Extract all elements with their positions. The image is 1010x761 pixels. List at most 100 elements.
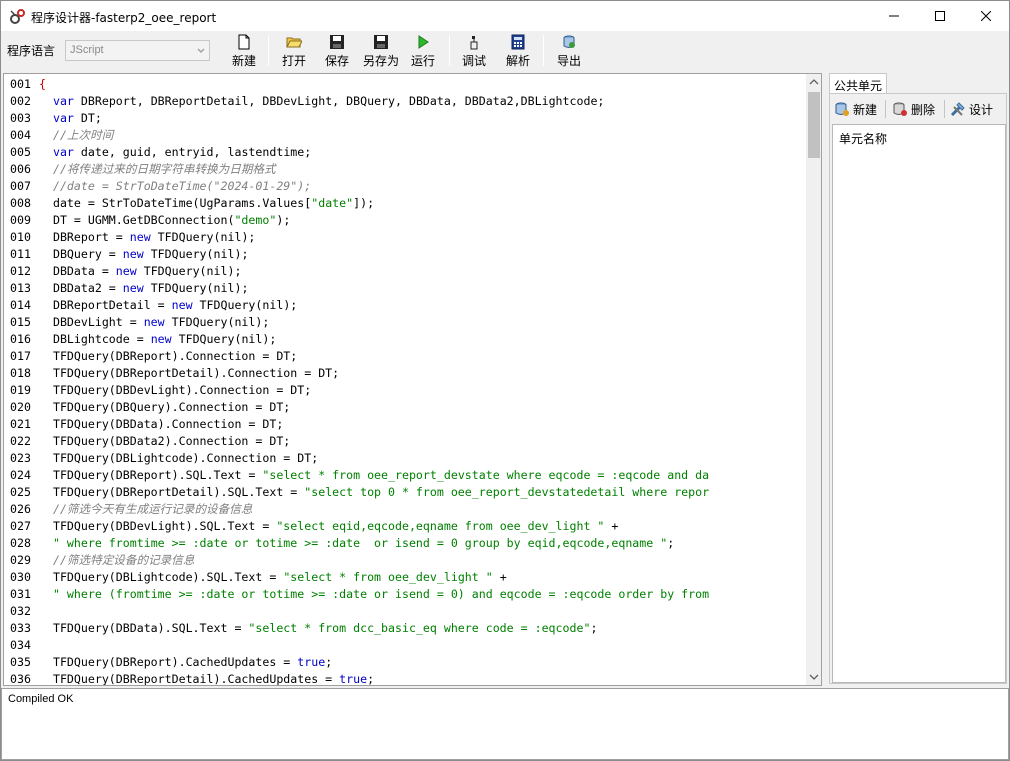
line-source: TFDQuery(DBReport).Connection = DT; [39,349,297,363]
code-token: { [39,77,46,91]
code-token: TFDQuery(DBReportDetail).Connection = DT… [39,366,340,380]
line-source: TFDQuery(DBReport).SQL.Text = "select * … [39,468,709,482]
line-number: 029 [10,553,31,567]
code-line[interactable]: 030 TFDQuery(DBLightcode).SQL.Text = "se… [4,569,806,586]
editor-vertical-scrollbar[interactable] [806,74,822,685]
code-line[interactable]: 035 TFDQuery(DBReport).CachedUpdates = t… [4,654,806,671]
code-line[interactable]: 036 TFDQuery(DBReportDetail).CachedUpdat… [4,671,806,686]
unit-list[interactable]: 单元名称 [832,124,1006,683]
new-file-icon [238,34,250,50]
code-line[interactable]: 011 DBQuery = new TFDQuery(nil); [4,246,806,263]
code-token: DBReport = [39,230,130,244]
line-number: 003 [10,111,31,125]
code-token: + [492,570,507,584]
code-token: "select * from dcc_basic_eq where code =… [248,621,591,635]
code-line[interactable]: 023 TFDQuery(DBLightcode).Connection = D… [4,450,806,467]
code-token: DBQuery = [39,247,123,261]
compile-status-text: Compiled OK [8,693,74,705]
code-token: TFDQuery(DBReport).Connection = DT; [39,349,298,363]
code-line[interactable]: 025 TFDQuery(DBReportDetail).SQL.Text = … [4,484,806,501]
save-button[interactable]: 保存 [323,34,351,68]
code-line[interactable]: 034 [4,637,806,654]
line-number: 009 [10,213,31,227]
code-line[interactable]: 008 date = StrToDateTime(UgParams.Values… [4,195,806,212]
code-line[interactable]: 004 //上次时间 [4,127,806,144]
new-unit-button[interactable]: 新建 [834,100,877,118]
code-line[interactable]: 016 DBLightcode = new TFDQuery(nil); [4,331,806,348]
design-unit-label: 设计 [969,102,994,117]
code-line[interactable]: 017 TFDQuery(DBReport).Connection = DT; [4,348,806,365]
line-source: DBData2 = new TFDQuery(nil); [39,281,248,295]
new-button[interactable]: 新建 [230,34,258,68]
export-button[interactable]: 导出 [555,34,583,68]
output-panel[interactable]: Compiled OK [1,688,1009,760]
code-line[interactable]: 015 DBDevLight = new TFDQuery(nil); [4,314,806,331]
design-unit-button[interactable]: 设计 [950,100,993,118]
code-token: "select * from oee_dev_light " [283,570,493,584]
code-token: "date" [311,196,354,210]
code-line[interactable]: 019 TFDQuery(DBDevLight).Connection = DT… [4,382,806,399]
code-line[interactable]: 022 TFDQuery(DBData2).Connection = DT; [4,433,806,450]
code-token: ; [590,621,598,635]
code-line[interactable]: 002 var DBReport, DBReportDetail, DBDevL… [4,93,806,110]
code-line[interactable]: 024 TFDQuery(DBReport).SQL.Text = "selec… [4,467,806,484]
parse-button[interactable]: 解析 [504,34,532,68]
code-line[interactable]: 032 [4,603,806,620]
open-button[interactable]: 打开 [280,34,308,68]
code-token: ; [367,672,375,686]
line-number: 018 [10,366,31,380]
code-line[interactable]: 007 //date = StrToDateTime("2024-01-29")… [4,178,806,195]
tab-common-units[interactable]: 公共单元 [829,73,887,94]
close-button[interactable] [963,1,1009,31]
code-line[interactable]: 013 DBData2 = new TFDQuery(nil); [4,280,806,297]
code-token: //date = StrToDateTime("2024-01-29"); [52,179,312,193]
code-token: TFDQuery(DBReport).SQL.Text = [39,468,263,482]
code-line[interactable]: 012 DBData = new TFDQuery(nil); [4,263,806,280]
language-select[interactable]: JScript [65,40,210,61]
code-line[interactable]: 029 //筛选特定设备的记录信息 [4,552,806,569]
maximize-button[interactable] [917,1,963,31]
delete-unit-button[interactable]: 删除 [892,100,935,118]
code-line[interactable]: 020 TFDQuery(DBQuery).Connection = DT; [4,399,806,416]
code-token: TFDQuery(nil); [143,281,249,295]
code-line[interactable]: 010 DBReport = new TFDQuery(nil); [4,229,806,246]
code-token: var [52,111,74,125]
code-line[interactable]: 033 TFDQuery(DBData).SQL.Text = "select … [4,620,806,637]
code-token: true [297,655,326,669]
code-line[interactable]: 031 " where (fromtime >= :date or totime… [4,586,806,603]
code-line[interactable]: 018 TFDQuery(DBReportDetail).Connection … [4,365,806,382]
toolbar-separator [268,35,269,66]
code-token: TFDQuery(nil); [136,264,242,278]
debug-button[interactable]: 调试 [460,34,488,68]
code-line[interactable]: 001 { [4,76,806,93]
title-bar[interactable]: 程序设计器-fasterp2_oee_report [1,1,1009,31]
app-gear-icon [10,9,25,24]
run-button[interactable]: 运行 [409,34,437,68]
code-line[interactable]: 006 //将传递过来的日期字符串转换为日期格式 [4,161,806,178]
scroll-up-arrow-icon[interactable] [806,74,822,90]
code-line[interactable]: 026 //筛选今天有生成运行记录的设备信息 [4,501,806,518]
code-line[interactable]: 014 DBReportDetail = new TFDQuery(nil); [4,297,806,314]
code-editor[interactable]: 001 {002 var DBReport, DBReportDetail, DB… [3,73,822,686]
code-token: //筛选特定设备的记录信息 [52,553,195,567]
code-token: " where fromtime >= :date or totime >= :… [52,536,668,550]
line-number: 031 [10,587,31,601]
code-token: TFDQuery(DBQuery).Connection = DT; [39,400,291,414]
code-line[interactable]: 028 " where fromtime >= :date or totime … [4,535,806,552]
code-token: DBData2 = [39,281,123,295]
code-token: DT = UGMM.GetDBConnection( [39,213,235,227]
code-line[interactable]: 005 var date, guid, entryid, lastendtime… [4,144,806,161]
code-line[interactable]: 021 TFDQuery(DBData).Connection = DT; [4,416,806,433]
scrollbar-thumb[interactable] [808,92,820,158]
save-as-button[interactable]: 另存为 [361,34,401,68]
code-line[interactable]: 009 DT = UGMM.GetDBConnection("demo"); [4,212,806,229]
line-number: 035 [10,655,31,669]
code-line[interactable]: 027 TFDQuery(DBDevLight).SQL.Text = "sel… [4,518,806,535]
line-source: DBDevLight = new TFDQuery(nil); [39,315,269,329]
minimize-button[interactable] [871,1,917,31]
line-source: date = StrToDateTime(UgParams.Values["da… [39,196,374,210]
scroll-down-arrow-icon[interactable] [806,669,822,685]
code-line[interactable]: 003 var DT; [4,110,806,127]
line-number: 006 [10,162,31,176]
